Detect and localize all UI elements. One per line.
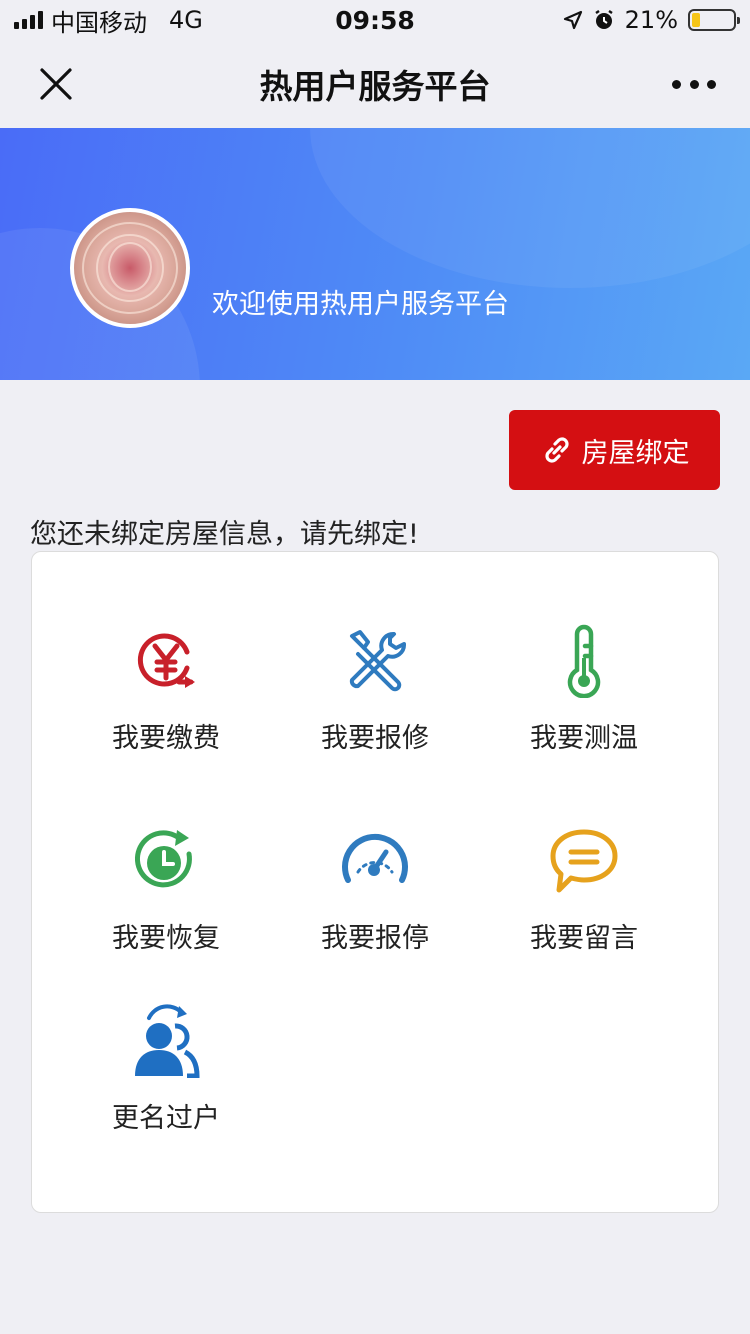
carrier-label: 中国移动: [51, 8, 147, 37]
status-left: 中国移动 4G: [14, 3, 203, 38]
network-label: 4G: [169, 6, 203, 34]
service-message[interactable]: 我要留言: [484, 824, 684, 984]
transfer-users-icon: [135, 1004, 200, 1078]
service-label: 我要测温: [530, 723, 638, 754]
service-label: 我要缴费: [112, 723, 220, 754]
repair-tools-icon: [349, 630, 406, 692]
battery-percent: 21%: [624, 6, 678, 34]
header-banner: 欢迎使用热用户服务平台: [0, 128, 750, 380]
thermometer-icon: [567, 624, 601, 698]
message-bubble-icon: [550, 829, 618, 893]
service-repair[interactable]: 我要报修: [275, 624, 475, 784]
close-icon[interactable]: [36, 64, 76, 104]
welcome-text: 欢迎使用热用户服务平台: [212, 289, 509, 320]
service-pay[interactable]: 我要缴费: [66, 624, 266, 784]
service-label: 我要报修: [321, 723, 429, 754]
bind-house-button[interactable]: 房屋绑定: [509, 410, 720, 490]
service-stop[interactable]: 我要报停: [275, 824, 475, 984]
link-icon: [544, 437, 569, 463]
restore-clock-icon: [135, 830, 192, 888]
service-label: 我要留言: [530, 923, 638, 954]
service-temperature[interactable]: 我要测温: [484, 624, 684, 784]
page-title: 热用户服务平台: [259, 67, 491, 106]
status-bar: 中国移动 4G 09:58 21%: [0, 0, 750, 40]
alarm-icon: [594, 10, 613, 29]
speedometer-icon: [342, 834, 408, 883]
location-arrow-icon: [563, 10, 582, 30]
signal-icon: [14, 11, 43, 29]
avatar[interactable]: [70, 208, 190, 328]
service-label: 我要报停: [321, 923, 429, 954]
bind-house-label: 房屋绑定: [581, 437, 690, 469]
status-right: 21%: [563, 6, 740, 34]
service-label: 更名过户: [112, 1103, 220, 1134]
service-restore[interactable]: 我要恢复: [66, 824, 266, 984]
service-grid-card: 我要缴费 我要报修 我要测温 我要恢复 我要报停 我要留言 更名过户: [31, 551, 719, 1213]
service-label: 我要恢复: [112, 923, 220, 954]
yuan-payment-icon: [137, 633, 195, 688]
more-menu-icon[interactable]: [672, 70, 716, 98]
bind-notice: 您还未绑定房屋信息，请先绑定!: [30, 519, 419, 550]
nav-bar: 热用户服务平台: [0, 40, 750, 128]
battery-icon: [688, 9, 740, 31]
service-transfer[interactable]: 更名过户: [66, 1004, 266, 1164]
